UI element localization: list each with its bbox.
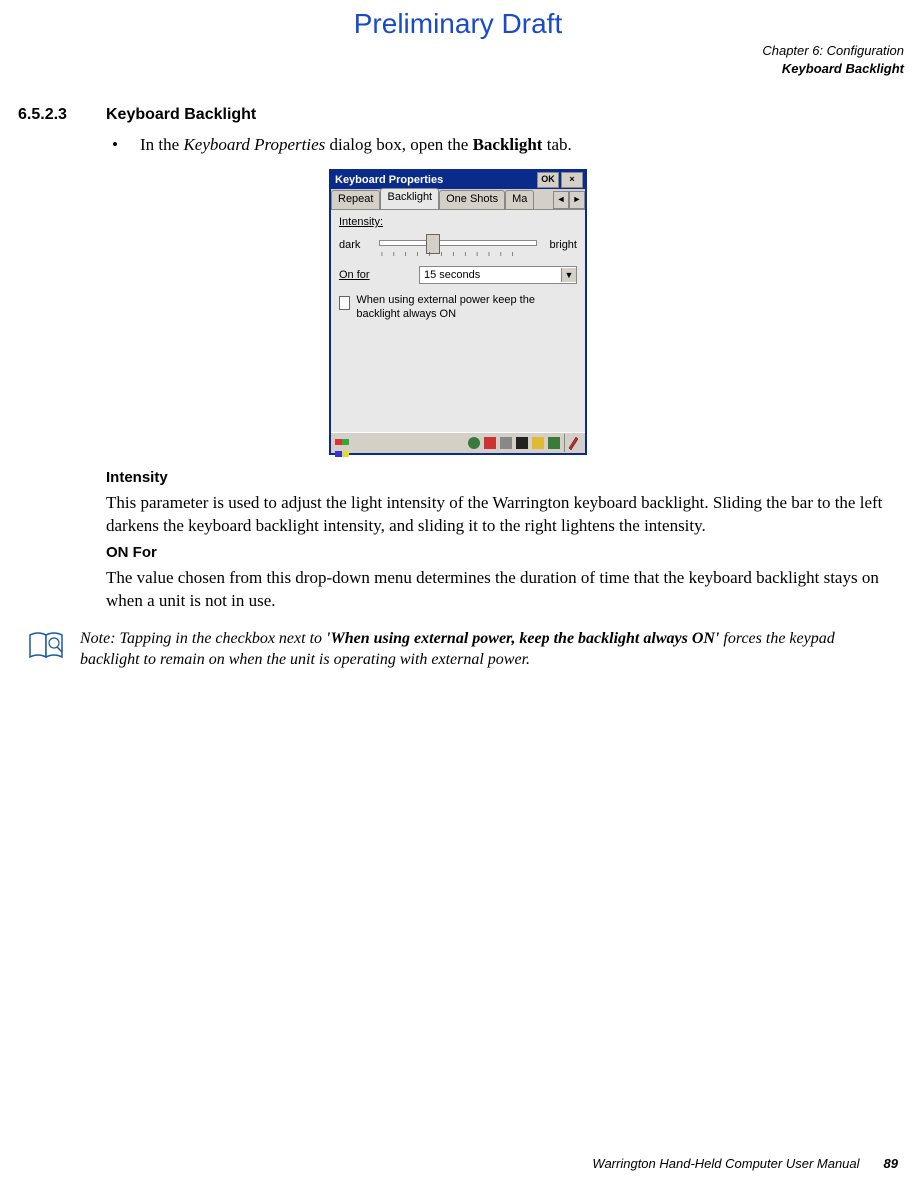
chapter-line: Chapter 6: Configuration [0,42,904,60]
section-title: Keyboard Backlight [106,106,256,124]
tray-icon[interactable] [532,437,544,449]
tab-scroll-right[interactable]: ► [569,191,585,209]
intensity-slider[interactable]: ı ı ı ı ı ı ı ı ı ı ı ı [379,234,537,256]
sip-icon[interactable] [564,434,581,452]
note-block: Note: Tapping in the checkbox next to 'W… [18,629,898,671]
external-power-label: When using external power keep the backl… [356,294,577,322]
note-text: Note: Tapping in the checkbox next to 'W… [80,629,898,671]
footer-title: Warrington Hand-Held Computer User Manua… [592,1156,859,1171]
system-tray [468,437,560,449]
tab-macros-partial[interactable]: Ma [505,190,534,209]
section-number: 6.5.2.3 [18,106,106,124]
taskbar [331,432,585,453]
tab-repeat[interactable]: Repeat [331,190,380,209]
dialog-titlebar: Keyboard Properties OK × [331,171,585,189]
ok-button[interactable]: OK [537,172,559,188]
dialog-title: Keyboard Properties [335,174,537,186]
page-footer: Warrington Hand-Held Computer User Manua… [18,1156,898,1171]
tray-icon[interactable] [548,437,560,449]
draft-header: Preliminary Draft [0,0,916,42]
chapter-subline: Keyboard Backlight [0,60,904,78]
bullet-marker: • [106,134,140,157]
tab-backlight[interactable]: Backlight [380,188,439,209]
tray-icon[interactable] [468,437,480,449]
dropdown-arrow-icon[interactable]: ▼ [561,268,576,282]
section-heading: 6.5.2.3 Keyboard Backlight [18,106,898,124]
slider-bright-label: bright [543,239,577,251]
tray-icon[interactable] [516,437,528,449]
chapter-header: Chapter 6: Configuration Keyboard Backli… [0,42,916,78]
on-for-value: 15 seconds [420,269,561,281]
instruction-bullet: • In the Keyboard Properties dialog box,… [106,134,898,157]
on-for-label: On for [339,269,419,281]
tab-one-shots[interactable]: One Shots [439,190,505,209]
page-number: 89 [884,1156,898,1171]
slider-dark-label: dark [339,239,373,251]
tray-icon[interactable] [500,437,512,449]
dialog-body: Intensity: dark ı ı ı ı ı ı ı ı ı ı ı ı … [331,210,585,432]
close-button[interactable]: × [561,172,583,188]
intensity-label: Intensity: [339,216,577,228]
on-for-dropdown[interactable]: 15 seconds ▼ [419,266,577,284]
on-for-heading: ON For [106,544,898,561]
intensity-paragraph: This parameter is used to adjust the lig… [106,492,898,538]
external-power-checkbox[interactable] [339,296,350,310]
bullet-text: In the Keyboard Properties dialog box, o… [140,134,898,157]
tray-icon[interactable] [484,437,496,449]
on-for-paragraph: The value chosen from this drop-down men… [106,567,898,613]
intensity-heading: Intensity [106,469,898,486]
tab-strip: Repeat Backlight One Shots Ma ◄ ► [331,189,585,210]
tab-scroll-left[interactable]: ◄ [553,191,569,209]
keyboard-properties-dialog: Keyboard Properties OK × Repeat Backligh… [329,169,587,455]
book-icon [26,629,70,661]
start-icon[interactable] [335,436,353,450]
